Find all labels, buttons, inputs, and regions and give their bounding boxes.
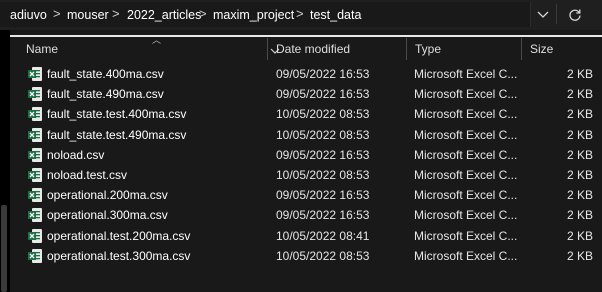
excel-csv-icon	[27, 167, 43, 183]
file-size: 2 KB	[566, 228, 593, 243]
file-row[interactable]: fault_state.400ma.csv 09/05/2022 16:53 M…	[10, 64, 602, 84]
breadcrumb-item-maxim-project[interactable]: maxim_project	[213, 8, 294, 22]
file-date-modified: 10/05/2022 08:53	[276, 167, 370, 182]
file-size: 2 KB	[566, 67, 593, 81]
file-type: Microsoft Excel C...	[414, 127, 518, 142]
file-row[interactable]: operational.200ma.csv 09/05/2022 16:53 M…	[10, 185, 602, 205]
column-header: ︿ Name Date modified Type Size	[10, 35, 602, 60]
excel-csv-icon	[27, 66, 43, 82]
excel-csv-icon	[27, 207, 43, 223]
file-size: 2 KB	[566, 107, 593, 122]
excel-csv-icon	[27, 187, 43, 203]
file-type: Microsoft Excel C...	[414, 67, 518, 81]
column-header-size[interactable]: Size	[530, 42, 553, 56]
file-size: 2 KB	[566, 167, 593, 182]
excel-csv-icon	[27, 147, 43, 163]
column-header-type[interactable]: Type	[415, 42, 441, 56]
file-type: Microsoft Excel C...	[414, 208, 518, 223]
file-name: fault_state.test.400ma.csv	[47, 107, 187, 122]
file-row[interactable]: noload.test.csv 10/05/2022 08:53 Microso…	[10, 165, 602, 185]
chevron-down-icon	[537, 11, 549, 19]
column-divider[interactable]	[267, 38, 268, 60]
file-list: fault_state.400ma.csv 09/05/2022 16:53 M…	[10, 64, 602, 266]
file-name: noload.test.csv	[47, 167, 128, 182]
refresh-icon	[568, 8, 582, 22]
breadcrumb-separator[interactable]: >	[199, 6, 207, 21]
column-header-date-modified[interactable]: Date modified	[276, 42, 350, 56]
file-date-modified: 09/05/2022 16:53	[276, 67, 370, 81]
breadcrumb-item-2022-articles[interactable]: 2022_articles	[127, 8, 201, 22]
file-size: 2 KB	[566, 208, 593, 223]
file-row[interactable]: fault_state.test.400ma.csv 10/05/2022 08…	[10, 104, 602, 124]
file-name: operational.300ma.csv	[47, 208, 168, 223]
address-bar-divider	[556, 4, 557, 24]
column-divider[interactable]	[521, 38, 522, 60]
file-name: operational.test.200ma.csv	[47, 228, 191, 243]
breadcrumb-separator[interactable]: >	[296, 6, 304, 21]
file-type: Microsoft Excel C...	[414, 248, 518, 263]
file-row[interactable]: fault_state.490ma.csv 09/05/2022 16:53 M…	[10, 84, 602, 104]
breadcrumb-item-mouser[interactable]: mouser	[67, 8, 109, 22]
navigation-pane-scrollbar[interactable]	[1, 205, 7, 292]
file-row[interactable]: operational.300ma.csv 09/05/2022 16:53 M…	[10, 205, 602, 225]
file-name: fault_state.490ma.csv	[47, 87, 164, 102]
excel-csv-icon	[27, 106, 43, 122]
file-name: noload.csv	[47, 147, 105, 162]
file-row[interactable]: fault_state.test.490ma.csv 10/05/2022 08…	[10, 125, 602, 145]
file-date-modified: 10/05/2022 08:53	[276, 107, 370, 122]
file-type: Microsoft Excel C...	[414, 147, 518, 162]
file-size: 2 KB	[566, 248, 593, 263]
file-type: Microsoft Excel C...	[414, 87, 518, 102]
breadcrumb[interactable]: adiuvo > mouser > 2022_articles > maxim_…	[0, 2, 531, 27]
refresh-button[interactable]	[562, 2, 588, 27]
column-header-name[interactable]: Name	[26, 42, 58, 56]
file-date-modified: 09/05/2022 16:53	[276, 188, 370, 203]
breadcrumb-item-adiuvo[interactable]: adiuvo	[10, 8, 47, 22]
breadcrumb-separator[interactable]: >	[112, 6, 120, 21]
address-bar: adiuvo > mouser > 2022_articles > maxim_…	[0, 0, 602, 30]
excel-csv-icon	[27, 228, 43, 244]
file-size: 2 KB	[566, 87, 593, 102]
file-date-modified: 09/05/2022 16:53	[276, 147, 370, 162]
file-size: 2 KB	[566, 147, 593, 162]
file-type: Microsoft Excel C...	[414, 188, 518, 203]
file-date-modified: 10/05/2022 08:41	[276, 228, 370, 243]
file-date-modified: 09/05/2022 16:53	[276, 208, 370, 223]
file-row[interactable]: operational.test.200ma.csv 10/05/2022 08…	[10, 226, 602, 246]
file-row[interactable]: operational.test.300ma.csv 10/05/2022 08…	[10, 246, 602, 266]
file-name: operational.test.300ma.csv	[47, 248, 191, 263]
file-name: operational.200ma.csv	[47, 188, 168, 203]
file-date-modified: 10/05/2022 08:53	[276, 248, 370, 263]
breadcrumb-separator[interactable]: >	[53, 6, 61, 21]
file-name: fault_state.400ma.csv	[47, 67, 164, 81]
excel-csv-icon	[27, 86, 43, 102]
excel-csv-icon	[27, 248, 43, 264]
file-type: Microsoft Excel C...	[414, 228, 518, 243]
file-size: 2 KB	[566, 127, 593, 142]
file-type: Microsoft Excel C...	[414, 107, 518, 122]
recent-locations-button[interactable]	[530, 2, 556, 27]
breadcrumb-item-test-data[interactable]: test_data	[310, 8, 361, 22]
sort-ascending-icon: ︿	[152, 35, 162, 45]
file-type: Microsoft Excel C...	[414, 167, 518, 182]
file-date-modified: 10/05/2022 08:53	[276, 127, 370, 142]
file-name: fault_state.test.490ma.csv	[47, 127, 187, 142]
file-row[interactable]: noload.csv 09/05/2022 16:53 Microsoft Ex…	[10, 145, 602, 165]
file-size: 2 KB	[566, 188, 593, 203]
excel-csv-icon	[27, 127, 43, 143]
column-divider[interactable]	[406, 38, 407, 60]
file-date-modified: 09/05/2022 16:53	[276, 87, 370, 102]
